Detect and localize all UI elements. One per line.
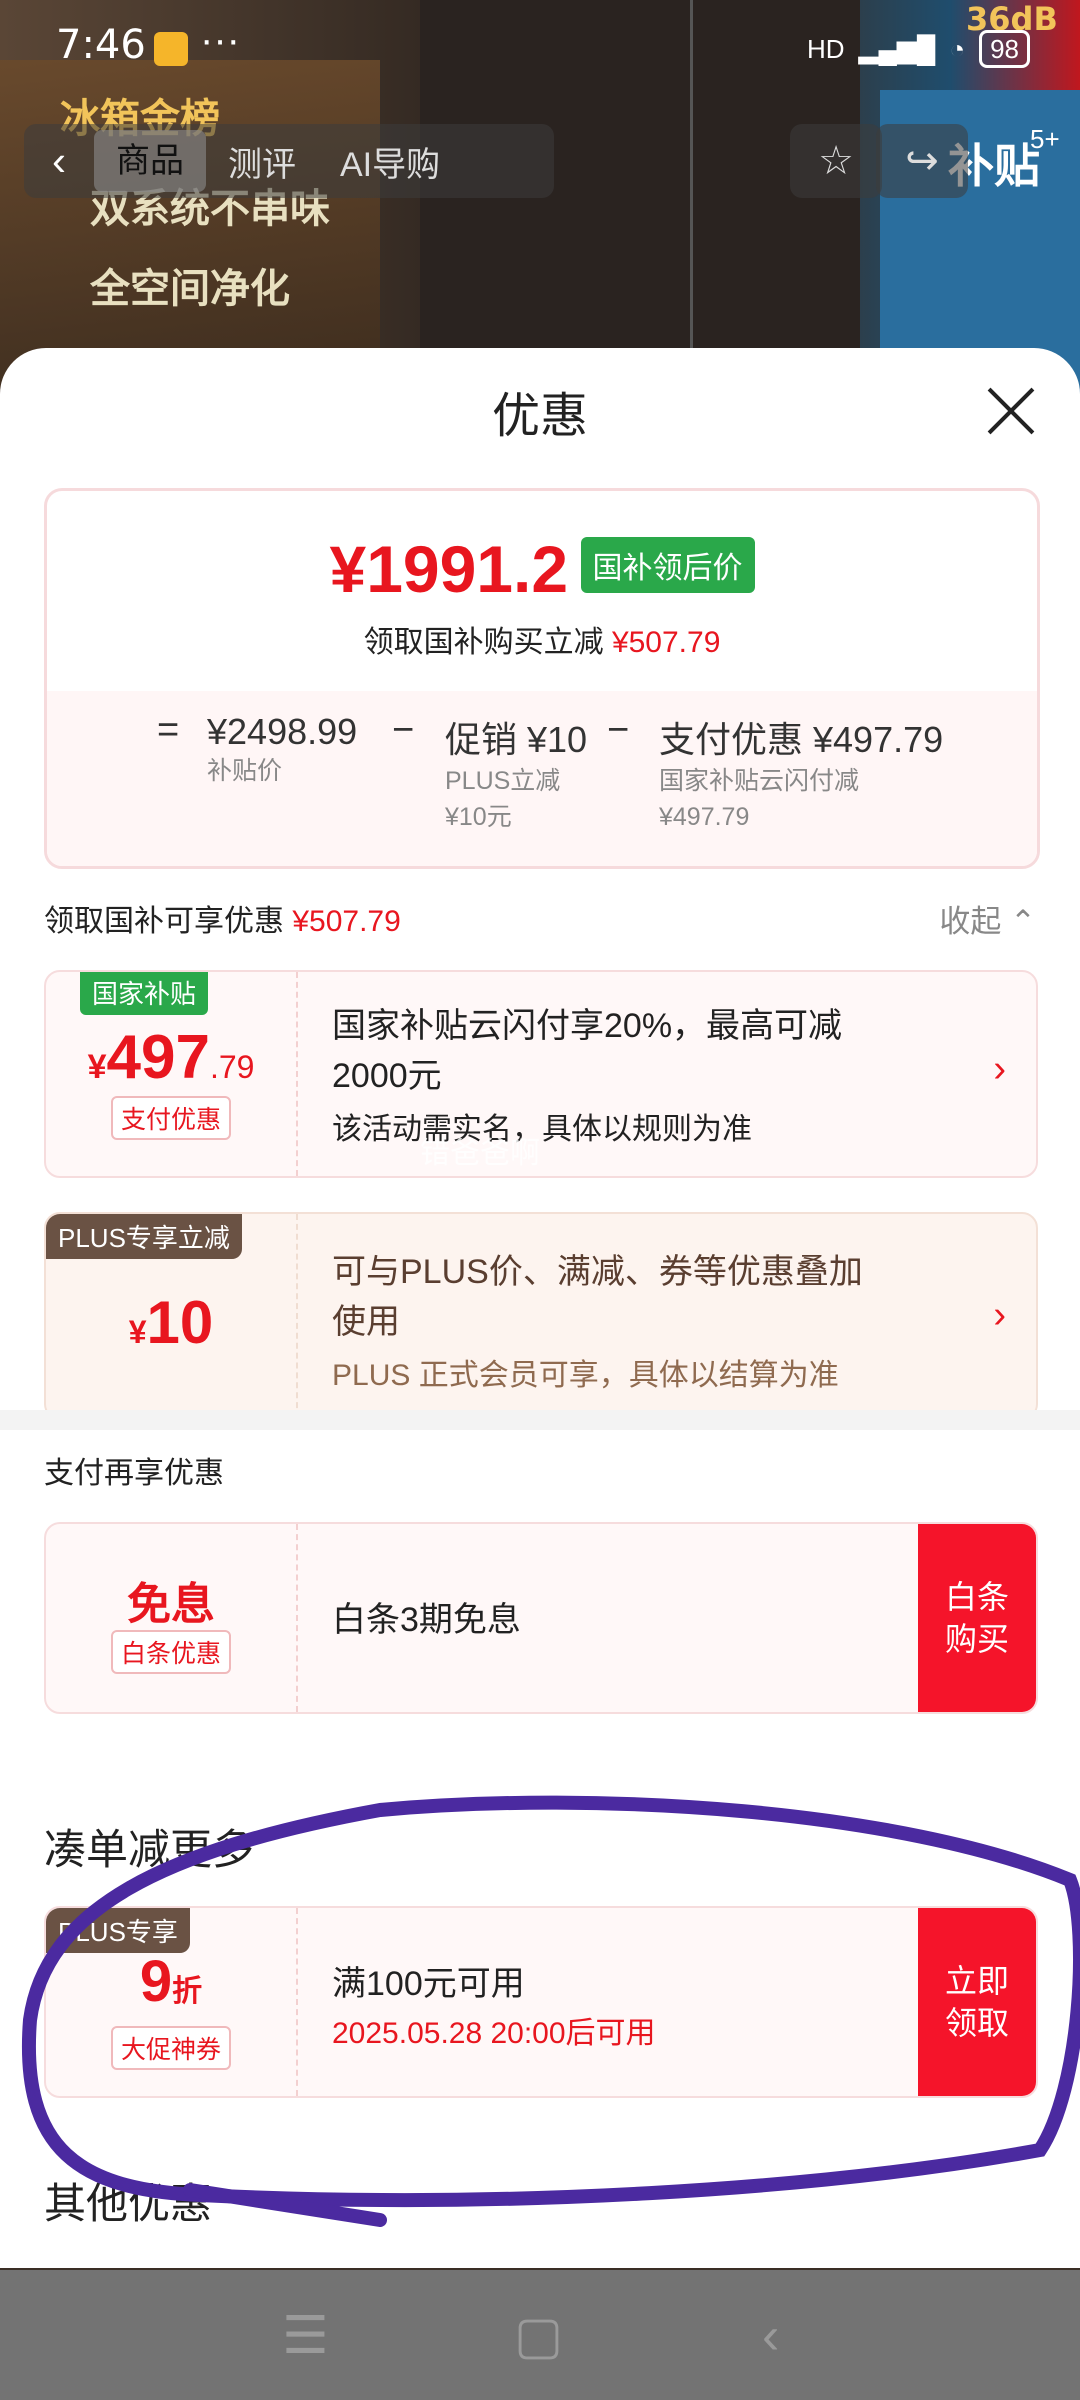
promo-value: 促销 ¥10 [445,719,588,760]
amount-decimal: .79 [209,1049,255,1085]
coupon-desc-line2: 使用 [332,1303,400,1341]
amount-integer: 497 [106,1023,210,1092]
coupon-left: 国家补贴 ¥497.79 支付优惠 [46,972,298,1176]
chevron-up-icon: ⌃ [1010,904,1036,939]
chevron-right-icon: › [993,1294,1006,1336]
coupon-plus[interactable]: PLUS专享立减 ¥10 可与PLUS价、满减、券等优惠叠加 使用 PLUS 正… [44,1212,1038,1420]
notification-icon [154,32,188,66]
cart-count-badge: 5+ [1030,124,1060,154]
section-label: 领取国补可享优惠 [44,905,284,938]
button-label: 白条购买 [944,1579,1009,1657]
amount-integer: 10 [146,1289,214,1356]
system-nav-bar: ☰ ▢ ‹ [0,2270,1080,2400]
divider [0,1410,1080,1430]
coupon-note: 该活动需实名，具体以规则为准 [332,1113,752,1146]
status-time: 7:46 [56,22,146,68]
baitiao-buy-button[interactable]: 白条购买 [918,1524,1036,1712]
coupon-ribbon: PLUS专享立减 [46,1214,242,1259]
hd-signal-icon: HD [806,33,845,64]
coupon-desc: 可与PLUS价、满减、券等优惠叠加 [332,1253,863,1291]
battery-icon: 98 [979,30,1030,68]
collapse-label: 收起 [939,904,1002,939]
final-price: ¥1991.2 [329,532,569,606]
collapse-toggle[interactable]: 收起 ⌃ [939,896,1036,941]
instant-discount-amount: ¥507.79 [611,626,721,659]
coupon-amount: ¥497.79 [46,1022,296,1093]
payment-discount-label: 国家补贴云闪付减 [659,767,860,795]
tab-product[interactable]: 商品 [94,130,206,192]
watermark: 错爸爸啊 [420,1137,540,1170]
status-indicators: HD ▂▄▆█ ◔ 98 [807,30,1030,68]
base-price-item: ¥2498.99 补贴价 [207,711,357,789]
instant-discount-label: 领取国补购买立减 [363,626,604,659]
promo-sublabel: ¥10元 [445,803,512,831]
back-icon[interactable]: ‹ [24,137,94,185]
promo-label: PLUS立减 [445,767,561,795]
coupon-tag-wrap: 支付优惠 [46,1096,296,1140]
coupon-title: 免息 [127,1580,215,1629]
equals-sign: = [157,709,180,751]
banner-line: 全空间净化 [90,266,290,312]
currency-symbol: ¥ [87,1048,107,1086]
coupon-national-subsidy[interactable]: 国家补贴 ¥497.79 支付优惠 国家补贴云闪付享20%，最高可减 2000元… [44,970,1038,1178]
final-price-tag: 国补领后价 [580,537,755,593]
section-subsidy-header: 领取国补可享优惠 ¥507.79 [44,896,401,940]
coupon-left: PLUS专享立减 ¥10 [46,1214,298,1418]
coupon-tag: 白条优惠 [110,1630,231,1674]
payment-discount-value: 支付优惠 ¥497.79 [659,719,944,760]
price-summary: ¥1991.2 国补领后价 领取国补购买立减 ¥507.79 = ¥2498.9… [44,488,1040,869]
payment-discount-item: 支付优惠 ¥497.79 国家补贴云闪付减 ¥497.79 [659,711,943,835]
sheet-title: 优惠 [491,390,588,443]
product-tab-bar: ‹ 商品 测评 AI导购 [24,124,554,198]
home-icon[interactable]: ▢ [514,2306,563,2366]
coupon-note: PLUS 正式会员可享，具体以结算为准 [332,1359,839,1392]
close-icon[interactable] [986,386,1036,436]
currency-symbol: ¥ [128,1314,147,1350]
base-price-label: 补贴价 [207,757,283,785]
signal-icon: ▂▄▆█ [858,33,936,64]
status-bar: 7:46 ··· HD ▂▄▆█ ◔ 98 [0,0,1080,100]
minus-sign: − [607,709,630,751]
section-payment-header: 支付再享优惠 [44,1457,224,1490]
coupon-desc-line2: 2000元 [332,1057,442,1095]
final-price-row: ¥1991.2 国补领后价 [47,531,1037,607]
minus-sign: − [392,709,415,751]
coupon-tag-wrap: 白条优惠 [46,1630,296,1674]
coupon-baitiao[interactable]: 免息 白条优惠 白条3期免息 白条购买 [44,1522,1038,1714]
coupon-amount: ¥10 [46,1288,296,1357]
base-price: ¥2498.99 [207,711,358,752]
back-icon[interactable]: ‹ [762,2306,779,2366]
menu-icon[interactable]: ☰ [282,2306,329,2366]
chevron-right-icon: › [993,1048,1006,1090]
coupon-desc: 白条3期免息 [332,1601,521,1639]
more-notifications-icon: ··· [200,18,240,62]
coupon-ribbon: 国家补贴 [80,972,209,1015]
tab-reviews[interactable]: 测评 [206,137,318,186]
tab-ai-guide[interactable]: AI导购 [318,137,462,186]
share-icon[interactable]: ↪ [876,124,968,198]
instant-discount-line: 领取国补购买立减 ¥507.79 [47,617,1037,661]
coupon-left: 免息 白条优惠 [46,1524,298,1712]
coupon-tag: 支付优惠 [110,1096,231,1140]
wifi-icon: ◔ [949,33,966,64]
section-amount: ¥507.79 [292,905,401,938]
favorite-icon[interactable]: ☆ [790,124,882,198]
coupon-desc: 国家补贴云闪付享20%，最高可减 [332,1007,843,1045]
payment-discount-sublabel: ¥497.79 [659,803,750,831]
promo-item: 促销 ¥10 PLUS立减 ¥10元 [445,711,587,835]
annotation-circle [21,1795,1080,2227]
